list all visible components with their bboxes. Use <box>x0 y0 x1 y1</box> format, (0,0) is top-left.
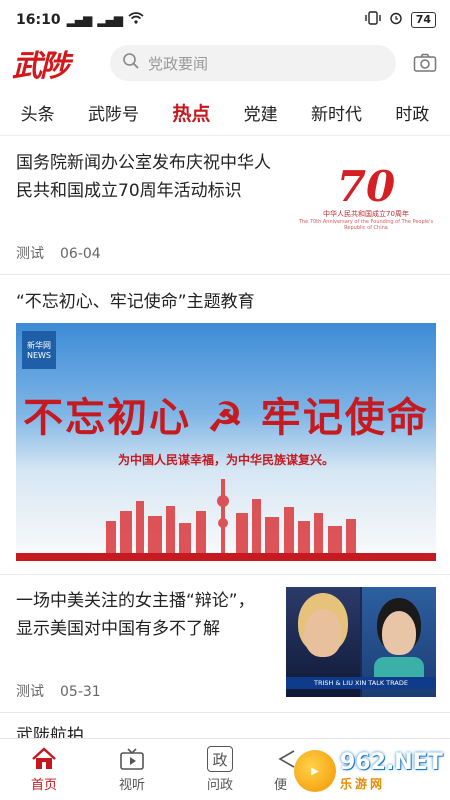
channel-tabs: 头条 武陟号 热点 党建 新时代 时政 <box>0 90 450 136</box>
news-meta: 测试 05-31 <box>16 681 101 701</box>
nav-video[interactable]: 视听 <box>88 739 176 800</box>
search-icon <box>122 52 140 74</box>
news-source: 测试 <box>16 684 44 700</box>
tab-wuzhi-hao[interactable]: 武陟号 <box>88 100 139 125</box>
battery-indicator: 74 <box>410 12 436 28</box>
news-title: 一场中美关注的女主播“辩论”，显示美国对中国有多不了解 <box>16 591 255 639</box>
city-skyline-graphic <box>16 479 436 561</box>
watermark-domain: 962.NET <box>340 750 443 775</box>
app-header: 武陟 党政要闻 <box>0 40 450 86</box>
news-item[interactable]: “不忘初心、牢记使命”主题教育 新华网 NEWS 不忘初心 ☭ 牢记使命 为中国… <box>0 275 450 575</box>
watermark-logo-icon: ▶ <box>294 750 336 792</box>
news-title: 国务院新闻办公室发布庆祝中华人民共和国成立70周年活动标识 <box>16 153 271 201</box>
tv-caption: TRISH & LIU XIN TALK TRADE <box>286 677 436 689</box>
news-source: 测试 <box>16 246 44 262</box>
news-title: “不忘初心、牢记使命”主题教育 <box>16 292 255 312</box>
signal-icon: ▂▄▆ <box>66 13 93 27</box>
nav-home[interactable]: 首页 <box>0 739 88 800</box>
tab-hot[interactable]: 热点 <box>172 99 210 126</box>
watermark-site-name: 乐游网 <box>340 777 386 791</box>
news-feed: 国务院新闻办公室发布庆祝中华人民共和国成立70周年活动标识 测试 06-04 70… <box>0 137 450 746</box>
tab-headlines[interactable]: 头条 <box>21 100 55 125</box>
xinhua-logo: 新华网 NEWS <box>22 331 56 369</box>
app-logo[interactable]: 武陟 <box>12 41 102 85</box>
wifi-icon <box>128 12 144 28</box>
vibrate-icon <box>364 11 381 29</box>
nav-inquiry-label: 问政 <box>206 778 233 793</box>
news-date: 05-31 <box>60 684 101 700</box>
search-bar[interactable]: 党政要闻 <box>110 45 396 81</box>
emblem-caption: 中华人民共和国成立70周年 <box>323 210 409 218</box>
tab-politics[interactable]: 时政 <box>395 100 429 125</box>
tab-party-building[interactable]: 党建 <box>244 100 278 125</box>
news-banner-image: 新华网 NEWS 不忘初心 ☭ 牢记使命 为中国人民谋幸福，为中华民族谋复兴。 <box>16 323 436 561</box>
status-time: 16:10 <box>16 12 61 28</box>
news-item[interactable]: 国务院新闻办公室发布庆祝中华人民共和国成立70周年活动标识 测试 06-04 70… <box>0 137 450 275</box>
anchor-left-image <box>304 609 342 657</box>
news-thumbnail: 70 中华人民共和国成立70周年 The 70th Anniversary of… <box>296 159 436 239</box>
banner-slogan: 不忘初心 ☭ 牢记使命 <box>23 394 429 441</box>
anchor-right-image <box>382 611 416 655</box>
camera-icon[interactable] <box>412 50 438 76</box>
search-input[interactable]: 党政要闻 <box>148 53 208 74</box>
site-watermark: ▶ 962.NET 乐游网 <box>294 748 444 794</box>
nav-convenience-label: 便 <box>274 778 288 793</box>
emblem-caption-en: The 70th Anniversary of the Founding of … <box>298 219 434 231</box>
status-bar: 16:10 ▂▄▆ ▂▄▆ 74 <box>0 0 450 40</box>
nav-home-label: 首页 <box>30 778 57 793</box>
tv-icon <box>119 746 145 772</box>
news-thumbnail: TRISH & LIU XIN TALK TRADE <box>286 587 436 697</box>
news-item[interactable]: 一场中美关注的女主播“辩论”，显示美国对中国有多不了解 测试 05-31 TRIS… <box>0 575 450 713</box>
banner-subtitle: 为中国人民谋幸福，为中华民族谋复兴。 <box>117 453 334 467</box>
news-meta: 测试 06-04 <box>16 243 101 263</box>
tab-new-era[interactable]: 新时代 <box>311 100 362 125</box>
zheng-icon: 政 <box>207 746 233 772</box>
anniversary-70-emblem: 70 <box>336 162 396 211</box>
news-date: 06-04 <box>60 246 101 262</box>
signal-icon-2: ▂▄▆ <box>97 13 123 27</box>
nav-inquiry[interactable]: 政 问政 <box>176 739 264 800</box>
alarm-icon <box>389 11 403 29</box>
home-icon <box>31 746 57 772</box>
nav-video-label: 视听 <box>118 778 145 793</box>
